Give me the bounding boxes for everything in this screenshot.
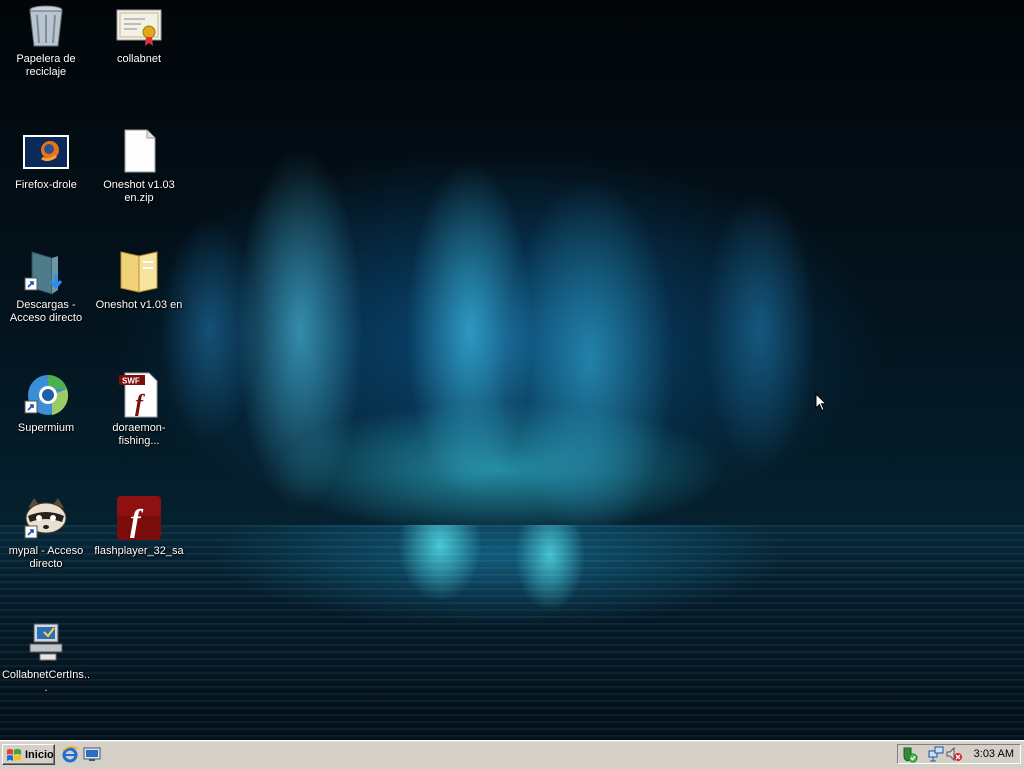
start-button[interactable]: Inicio [2, 744, 55, 765]
certificate-icon [116, 9, 162, 46]
flash-player-icon: f [117, 496, 161, 540]
desktop-icon-collabnet[interactable]: collabnet [94, 2, 184, 66]
desktop-icon-doraemon[interactable]: SWF f doraemon-fishing... [94, 371, 184, 448]
desktop-icon-firefox-drole[interactable]: Firefox-drole [1, 128, 91, 192]
desktop-wallpaper[interactable]: Papelera de reciclaje Firefox-drole Desc… [0, 0, 1024, 740]
blank-file-icon [124, 129, 156, 173]
svg-text:SWF: SWF [122, 377, 140, 386]
icon-label: Descargas - Acceso directo [9, 299, 83, 324]
desktop-icon-supermium[interactable]: Supermium [1, 371, 91, 435]
internet-explorer-icon[interactable] [61, 745, 79, 763]
icon-label: mypal - Acceso directo [8, 545, 84, 570]
icon-label: collabnet [116, 53, 162, 65]
icon-label: Papelera de reciclaje [16, 53, 76, 78]
desktop-icon-oneshot-folder[interactable]: Oneshot v1.03 en [94, 248, 184, 312]
downloads-folder-shortcut-icon [24, 251, 63, 295]
swf-file-icon: SWF f [119, 372, 158, 418]
clock[interactable]: 3:03 AM [974, 748, 1014, 760]
icon-label: Supermium [17, 422, 75, 434]
system-tray: 3:03 AM [897, 744, 1021, 764]
desktop-icon-flashplayer[interactable]: f flashplayer_32_sa [94, 494, 184, 558]
computer-install-icon [29, 623, 63, 661]
security-shield-icon[interactable] [901, 746, 918, 763]
icon-label: Oneshot v1.03 en.zip [103, 179, 175, 204]
desktop-icon-mypal[interactable]: mypal - Acceso directo [1, 494, 91, 571]
mouse-cursor-icon [815, 393, 827, 412]
windows-logo-icon [7, 748, 21, 761]
icon-label: CollabnetCertIns... [1, 669, 91, 694]
icon-label: doraemon-fishing... [112, 422, 166, 447]
desktop-icon-oneshot-zip[interactable]: Oneshot v1.03 en.zip [94, 128, 184, 205]
start-label: Inicio [25, 748, 54, 761]
raccoon-shortcut-icon [24, 498, 67, 539]
show-desktop-icon[interactable] [83, 745, 101, 763]
desktop-icon-recycle-bin[interactable]: Papelera de reciclaje [1, 2, 91, 79]
icon-label: flashplayer_32_sa [94, 545, 184, 557]
network-icon[interactable] [928, 746, 945, 763]
supermium-browser-icon [24, 375, 69, 415]
desktop-icon-descargas[interactable]: Descargas - Acceso directo [1, 248, 91, 325]
recycle-bin-icon [29, 5, 63, 47]
volume-muted-icon[interactable] [946, 746, 963, 763]
taskbar: Inicio 3:03 AM [0, 740, 1024, 769]
icon-label: Oneshot v1.03 en [95, 299, 183, 311]
icon-label: Firefox-drole [15, 179, 77, 191]
folder-icon [120, 251, 158, 293]
desktop-icon-collabnetcert[interactable]: CollabnetCertIns... [1, 618, 91, 695]
firefox-image-icon [23, 135, 69, 169]
